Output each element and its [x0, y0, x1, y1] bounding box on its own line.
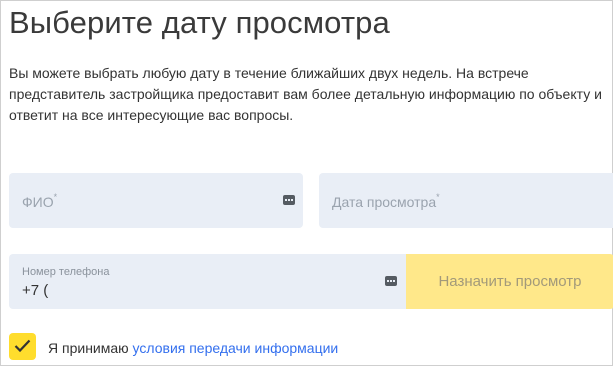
phone-label: Номер телефона [22, 266, 110, 278]
date-field[interactable]: Дата просмотра* [319, 173, 613, 228]
fio-field[interactable]: ФИО* [9, 173, 303, 228]
ellipsis-icon [283, 195, 295, 205]
consent-text: Я принимаю условия передачи информации [48, 340, 338, 356]
phone-field[interactable]: Номер телефона +7 ( [9, 254, 406, 309]
date-placeholder: Дата просмотра* [332, 192, 440, 210]
checkmark-icon [14, 339, 31, 353]
ellipsis-icon [385, 276, 397, 286]
page-description: Вы можете выбрать любую дату в течение б… [9, 65, 602, 123]
page-title: Выберите дату просмотра [9, 5, 390, 40]
consent-checkbox[interactable] [9, 333, 36, 360]
fio-placeholder: ФИО* [22, 192, 58, 210]
consent-terms-link[interactable]: условия передачи информации [133, 340, 339, 356]
phone-input-value: +7 ( [22, 282, 49, 299]
consent-prefix: Я принимаю [48, 340, 129, 356]
schedule-viewing-button[interactable]: Назначить просмотр [406, 254, 613, 309]
